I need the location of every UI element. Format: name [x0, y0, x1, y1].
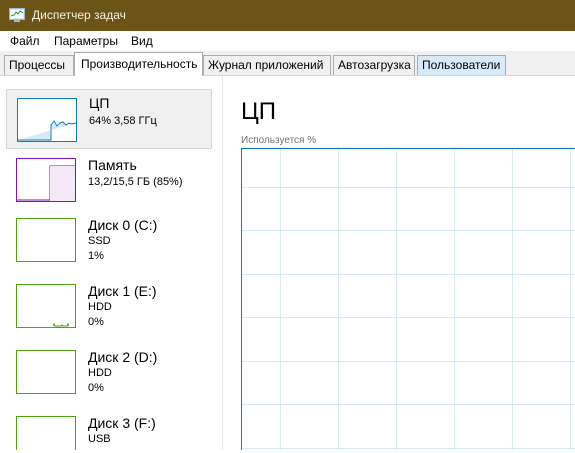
panel-divider	[222, 76, 223, 450]
cpu-usage-graph	[241, 148, 575, 450]
graph-label: Используется %	[241, 135, 317, 146]
tab-processes[interactable]: Процессы	[4, 55, 74, 75]
memory-label: Память	[88, 157, 137, 173]
resource-disk-2[interactable]: Диск 2 (D:) HDD 0%	[6, 347, 212, 407]
tab-performance[interactable]: Производительность	[74, 52, 203, 76]
disk-3-label: Диск 3 (F:)	[88, 415, 156, 431]
menu-file[interactable]: Файл	[10, 34, 40, 48]
task-manager-icon	[9, 8, 25, 22]
disk-0-label: Диск 0 (C:)	[88, 217, 158, 233]
disk-0-usage: 1%	[88, 250, 104, 262]
disk-2-label: Диск 2 (D:)	[88, 349, 158, 365]
memory-detail: 13,2/15,5 ГБ (85%)	[88, 176, 183, 188]
disk-1-mini-graph	[16, 284, 76, 328]
title-bar: Диспетчер задач	[0, 0, 575, 31]
disk-2-type: HDD	[88, 367, 112, 379]
disk-1-type: HDD	[88, 301, 112, 313]
resource-memory[interactable]: Память 13,2/15,5 ГБ (85%)	[6, 155, 212, 215]
memory-mini-graph	[16, 158, 76, 202]
tab-startup[interactable]: Автозагрузка	[333, 55, 415, 75]
disk-2-usage: 0%	[88, 382, 104, 394]
resource-disk-3[interactable]: Диск 3 (F:) USB	[6, 413, 212, 450]
tab-app-history[interactable]: Журнал приложений	[203, 55, 331, 75]
menu-bar: Файл Параметры Вид	[0, 31, 575, 51]
disk-0-mini-graph	[16, 218, 76, 262]
resource-disk-0[interactable]: Диск 0 (C:) SSD 1%	[6, 215, 212, 275]
tab-users[interactable]: Пользователи	[417, 55, 506, 75]
page-title: ЦП	[241, 98, 277, 125]
disk-3-mini-graph	[16, 416, 76, 450]
cpu-detail: 64% 3,58 ГГц	[89, 115, 157, 127]
menu-options[interactable]: Параметры	[54, 34, 118, 48]
resource-cpu[interactable]: ЦП 64% 3,58 ГГц	[6, 89, 212, 149]
window-title: Диспетчер задач	[32, 8, 126, 22]
menu-view[interactable]: Вид	[131, 34, 153, 48]
cpu-graph-grid	[242, 149, 575, 450]
disk-1-label: Диск 1 (E:)	[88, 283, 157, 299]
disk-2-mini-graph	[16, 350, 76, 394]
disk-0-type: SSD	[88, 235, 111, 247]
cpu-mini-graph	[17, 98, 77, 142]
disk-1-usage: 0%	[88, 316, 104, 328]
cpu-label: ЦП	[89, 95, 110, 111]
resource-disk-1[interactable]: Диск 1 (E:) HDD 0%	[6, 281, 212, 341]
disk-3-type: USB	[88, 433, 111, 445]
